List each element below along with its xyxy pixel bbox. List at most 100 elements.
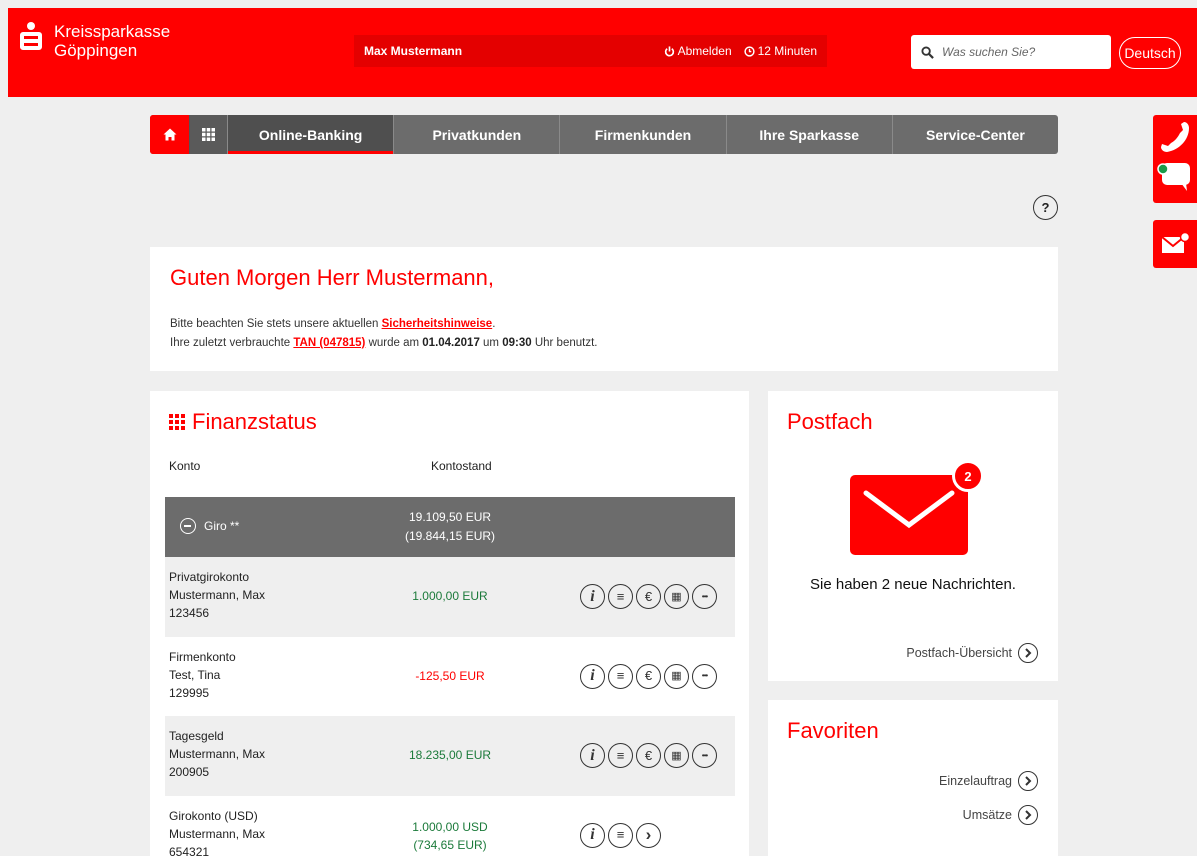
nav-online-banking[interactable]: Online-Banking <box>227 115 394 154</box>
collapse-icon <box>180 518 196 534</box>
group-balance-sub: (19.844,15 EUR) <box>404 529 496 543</box>
finanzstatus-grid-icon <box>169 414 185 430</box>
account-actions: i ≡ € ▦ ••• <box>580 743 720 768</box>
sparkasse-s-icon <box>20 22 42 52</box>
account-type: Tagesgeld <box>169 729 224 743</box>
security-hints-link[interactable]: Sicherheitshinweise <box>382 318 493 330</box>
security-notice-text: Bitte beachten Sie stets unsere aktuelle… <box>170 318 382 330</box>
account-actions: i ≡ › <box>580 822 664 848</box>
favoriten-panel: Favoriten Einzelauftrag Umsätze <box>768 700 1058 856</box>
nav-ihre-sparkasse[interactable]: Ihre Sparkasse <box>725 115 892 154</box>
favorite-link-umsaetze[interactable]: Umsätze <box>963 805 1038 825</box>
envelope-icon[interactable] <box>850 475 968 555</box>
favorite-link-einzelauftrag[interactable]: Einzelauftrag <box>939 771 1038 791</box>
account-number: 654321 <box>169 844 210 856</box>
nav-privatkunden[interactable]: Privatkunden <box>393 115 559 154</box>
last-tan-text-end: Uhr benutzt. <box>531 337 598 349</box>
bank-name-line1: Kreissparkasse <box>54 22 171 41</box>
help-button[interactable]: ? <box>1033 195 1058 220</box>
greeting-title: Guten Morgen Herr Mustermann, <box>170 265 495 290</box>
nav-firmenkunden[interactable]: Firmenkunden <box>559 115 725 154</box>
postfach-panel: Postfach 2 Sie haben 2 neue Nachrichten.… <box>768 391 1058 681</box>
list-icon[interactable]: ≡ <box>608 663 633 689</box>
unread-count-badge: 2 <box>952 460 984 492</box>
account-type: Girokonto (USD) <box>169 808 258 823</box>
transfer-icon[interactable]: € <box>636 743 661 768</box>
user-session-box: Max Mustermann Abmelden 12 Minuten <box>354 35 827 67</box>
account-actions: i ≡ € ▦ ••• <box>580 663 720 689</box>
home-button[interactable] <box>150 115 189 154</box>
phone-chat-icon <box>1157 122 1190 191</box>
language-switch-button[interactable]: Deutsch <box>1119 37 1181 69</box>
account-row[interactable]: Firmenkonto Test, Tina 129995 -125,50 EU… <box>165 637 735 717</box>
account-info: Tagesgeld Mustermann, Max 200905 <box>169 727 265 781</box>
tan-link[interactable]: TAN (047815) <box>293 337 365 349</box>
transfer-icon[interactable]: € <box>636 584 661 609</box>
info-icon[interactable]: i <box>580 822 605 848</box>
account-owner: Mustermann, Max <box>169 747 266 761</box>
group-toggle[interactable]: Giro ** <box>180 517 239 535</box>
logout-button[interactable]: Abmelden <box>664 44 732 58</box>
search-icon[interactable] <box>921 45 934 59</box>
account-row[interactable]: Tagesgeld Mustermann, Max 200905 18.235,… <box>165 716 735 796</box>
info-icon[interactable]: i <box>580 663 605 689</box>
list-icon[interactable]: ≡ <box>608 584 633 609</box>
chevron-right-icon[interactable]: › <box>636 822 661 848</box>
contact-widget-button[interactable] <box>1153 115 1197 203</box>
account-group-giro[interactable]: Giro ** 19.109,50 EUR (19.844,15 EUR) <box>165 497 735 557</box>
account-type: Firmenkonto <box>169 649 236 664</box>
search-input[interactable] <box>942 45 1092 59</box>
account-info: Firmenkonto Test, Tina 129995 <box>169 648 236 702</box>
calendar-icon[interactable]: ▦ <box>664 743 689 768</box>
account-balance: -125,50 EUR <box>415 668 485 683</box>
top-header: Kreissparkasse Göppingen Max Mustermann … <box>8 8 1197 97</box>
power-icon <box>664 45 674 57</box>
nav-service-center[interactable]: Service-Center <box>891 115 1058 154</box>
more-icon[interactable]: ••• <box>692 584 717 609</box>
info-icon[interactable]: i <box>580 743 605 768</box>
calendar-icon[interactable]: ▦ <box>664 584 689 609</box>
column-header-kontostand: Kontostand <box>431 459 492 473</box>
account-actions: i ≡ € ▦ ••• <box>580 584 720 609</box>
account-type: Privatgirokonto <box>169 570 250 584</box>
bank-name-line2: Göppingen <box>54 41 138 60</box>
session-timer-label: 12 Minuten <box>757 44 817 58</box>
home-icon <box>163 128 176 141</box>
more-icon[interactable]: ••• <box>692 743 717 768</box>
account-owner: Mustermann, Max <box>169 826 266 841</box>
account-row[interactable]: Privatgirokonto Mustermann, Max 123456 1… <box>165 557 735 637</box>
account-row[interactable]: Girokonto (USD) Mustermann, Max 654321 1… <box>165 796 735 856</box>
more-icon[interactable]: ••• <box>692 663 717 689</box>
logout-label: Abmelden <box>677 44 732 58</box>
account-owner: Mustermann, Max <box>169 588 266 602</box>
group-balance: 19.109,50 EUR (19.844,15 EUR) <box>385 508 515 546</box>
greeting-panel: Guten Morgen Herr Mustermann, Bitte beac… <box>150 247 1058 371</box>
account-balance-sub: (734,65 EUR) <box>413 837 487 852</box>
mail-widget-button[interactable] <box>1153 220 1197 268</box>
favorite-label: Umsätze <box>962 808 1012 822</box>
favoriten-title: Favoriten <box>787 718 879 743</box>
apps-menu-button[interactable] <box>189 115 227 154</box>
sparkasse-logo[interactable]: Kreissparkasse Göppingen <box>20 22 170 60</box>
chevron-right-icon <box>1018 805 1038 825</box>
main-navigation: Online-Banking Privatkunden Firmenkunden… <box>150 115 1058 154</box>
clock-icon <box>743 45 755 57</box>
favorite-label: Einzelauftrag <box>939 774 1012 788</box>
group-label: Giro ** <box>204 519 240 533</box>
account-balance: 1.000,00 EUR <box>412 589 488 603</box>
last-tan-notice: Ihre zuletzt verbrauchte TAN (047815) wu… <box>170 334 1038 353</box>
transfer-icon[interactable]: € <box>636 663 661 689</box>
security-notice-end: . <box>492 318 496 330</box>
account-list: Giro ** 19.109,50 EUR (19.844,15 EUR) Pr… <box>165 497 735 856</box>
list-icon[interactable]: ≡ <box>608 743 633 768</box>
finanzstatus-title: Finanzstatus <box>192 409 317 434</box>
bank-name: Kreissparkasse Göppingen <box>54 22 170 60</box>
security-notice: Bitte beachten Sie stets unsere aktuelle… <box>170 315 1038 334</box>
account-balance-amount: 1.000,00 USD <box>412 819 488 834</box>
list-icon[interactable]: ≡ <box>608 822 633 848</box>
calendar-icon[interactable]: ▦ <box>664 663 689 689</box>
search-box <box>911 35 1111 69</box>
postfach-overview-link[interactable]: Postfach-Übersicht <box>906 643 1038 663</box>
postfach-overview-label: Postfach-Übersicht <box>906 646 1012 660</box>
info-icon[interactable]: i <box>580 584 605 609</box>
